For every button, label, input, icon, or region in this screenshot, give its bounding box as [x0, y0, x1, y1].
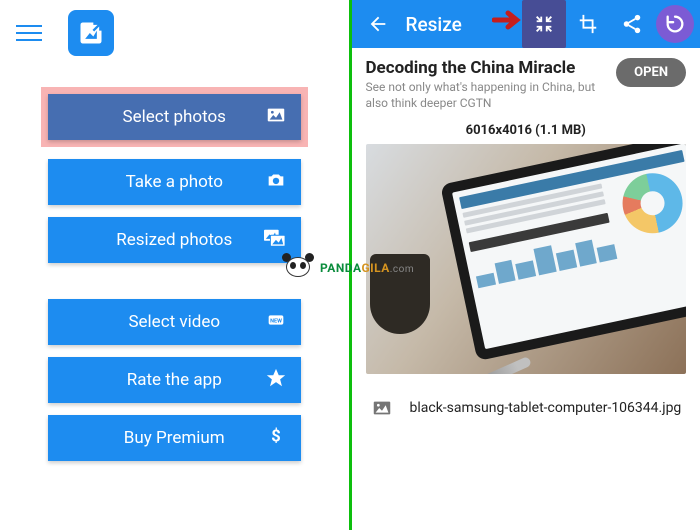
select-photos-button[interactable]: Select photos: [48, 94, 301, 140]
filename-row: black-samsung-tablet-computer-106344.jpg: [352, 384, 700, 432]
app-bar: Resize: [352, 0, 700, 48]
ad-subtitle: See not only what's happening in China, …: [366, 80, 605, 111]
button-label: Take a photo: [126, 172, 223, 192]
buy-premium-button[interactable]: Buy Premium $: [48, 415, 301, 461]
app-title: Photo & Picture Resizer: [126, 24, 282, 42]
compress-icon: [533, 13, 555, 35]
ad-banner: Decoding the China Miracle See not only …: [352, 48, 700, 121]
preview-decoration: [400, 356, 532, 374]
image-file-icon: [370, 396, 394, 420]
button-label: Rate the app: [127, 370, 222, 390]
back-button[interactable]: [356, 0, 400, 48]
ad-title: Decoding the China Miracle: [366, 58, 605, 78]
take-photo-button[interactable]: Take a photo: [48, 159, 301, 205]
preview-decoration: [440, 144, 686, 361]
rotate-button[interactable]: [656, 5, 694, 43]
select-photos-highlight: Select photos: [41, 87, 308, 147]
gallery-icon: [263, 227, 287, 253]
star-icon: [265, 367, 287, 393]
image-icon: [265, 104, 287, 130]
dollar-icon: $: [265, 425, 287, 451]
button-label: Buy Premium: [124, 428, 225, 448]
resized-photos-button[interactable]: Resized photos: [48, 217, 301, 263]
button-label: Select video: [128, 312, 220, 332]
image-dimensions: 6016x4016 (1.1 MB): [352, 121, 700, 144]
rate-app-button[interactable]: Rate the app: [48, 357, 301, 403]
svg-text:NEW: NEW: [270, 318, 282, 324]
button-label: Resized photos: [116, 230, 232, 250]
share-button[interactable]: [610, 0, 654, 48]
panda-icon: [280, 253, 316, 283]
crop-button[interactable]: [566, 0, 610, 48]
button-label: Select photos: [123, 107, 226, 127]
ad-open-button[interactable]: OPEN: [616, 58, 686, 87]
resize-dimensions-button[interactable]: [522, 0, 566, 48]
camera-icon: [265, 169, 287, 195]
menu-icon[interactable]: [8, 17, 50, 49]
resize-logo-icon: [77, 19, 105, 47]
select-video-button[interactable]: Select video NEW: [48, 299, 301, 345]
app-logo: [68, 10, 114, 56]
filename-text: black-samsung-tablet-computer-106344.jpg: [410, 400, 682, 416]
pointer-arrow-icon: [492, 6, 526, 38]
new-badge-icon: NEW: [265, 309, 287, 335]
watermark: PANDAGILA.com: [280, 253, 414, 283]
svg-text:$: $: [271, 428, 280, 447]
